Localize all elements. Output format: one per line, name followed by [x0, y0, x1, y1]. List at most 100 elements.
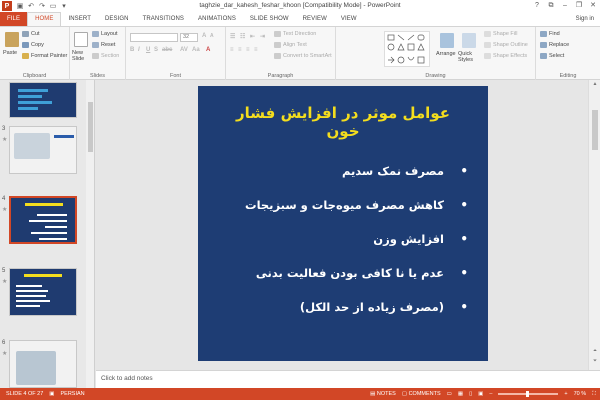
- bullet-item[interactable]: مصرف نمک سدیم: [214, 164, 472, 198]
- tab-home[interactable]: HOME: [27, 12, 62, 26]
- slideshow-view-icon[interactable]: ▣: [478, 391, 483, 397]
- strikethrough-icon[interactable]: abc: [162, 47, 172, 53]
- replace-button[interactable]: Replace: [540, 42, 569, 48]
- scrollbar-thumb[interactable]: [88, 102, 93, 152]
- fit-to-window-icon[interactable]: ⛶: [592, 391, 596, 398]
- format-painter-button[interactable]: Format Painter: [22, 53, 67, 59]
- quick-styles-icon[interactable]: [462, 33, 476, 48]
- ribbon-display-icon[interactable]: ⧉: [544, 0, 558, 12]
- tab-slide-show[interactable]: SLIDE SHOW: [243, 12, 296, 26]
- slide-thumbnail-6[interactable]: [9, 340, 77, 388]
- align-right-icon[interactable]: ≡: [246, 47, 250, 53]
- decrease-indent-icon[interactable]: ⇤: [250, 33, 255, 40]
- slide-title[interactable]: عوامل موثر در افزایش فشار خون: [218, 104, 468, 140]
- grow-font-icon[interactable]: A: [202, 33, 206, 39]
- numbering-icon[interactable]: ☷: [240, 33, 245, 40]
- slide-sorter-icon[interactable]: ▦: [458, 391, 463, 397]
- redo-icon[interactable]: ↷: [38, 2, 46, 10]
- arrange-button[interactable]: Arrange: [436, 51, 456, 57]
- current-slide[interactable]: عوامل موثر در افزایش فشار خون مصرف نمک س…: [198, 86, 488, 361]
- new-slide-button[interactable]: New Slide: [72, 50, 94, 62]
- scroll-up-icon[interactable]: ▲: [589, 81, 600, 87]
- tab-transitions[interactable]: TRANSITIONS: [136, 12, 191, 26]
- start-slideshow-icon[interactable]: ▭: [49, 2, 57, 10]
- restore-icon[interactable]: ❐: [572, 0, 586, 12]
- customize-qat-icon[interactable]: ▾: [60, 2, 68, 10]
- bullet-item[interactable]: (مصرف زیاده از حد الکل): [214, 300, 472, 334]
- align-left-icon[interactable]: ≡: [230, 47, 234, 53]
- reading-view-icon[interactable]: ▯: [469, 391, 472, 397]
- bullets-icon[interactable]: ☰: [230, 33, 235, 40]
- font-name-combo[interactable]: [130, 33, 178, 42]
- bullet-item[interactable]: افزایش وزن: [214, 232, 472, 266]
- tab-insert[interactable]: INSERT: [61, 12, 98, 26]
- tab-view[interactable]: VIEW: [334, 12, 364, 26]
- normal-view-icon[interactable]: ▭: [447, 391, 452, 397]
- help-icon[interactable]: ?: [530, 0, 544, 12]
- notes-pane[interactable]: Click to add notes: [96, 370, 600, 388]
- quick-styles-button[interactable]: Quick Styles: [458, 51, 480, 63]
- bold-icon[interactable]: B: [130, 47, 134, 53]
- font-size-combo[interactable]: 32: [180, 33, 198, 42]
- shadow-icon[interactable]: S: [154, 47, 158, 53]
- copy-button[interactable]: Copy: [22, 42, 44, 48]
- convert-smartart-button[interactable]: Convert to SmartArt: [274, 53, 332, 59]
- paste-button[interactable]: Paste: [3, 50, 17, 56]
- slide-thumbnail-4[interactable]: [9, 196, 77, 244]
- arrange-icon[interactable]: [440, 33, 454, 48]
- char-spacing-icon[interactable]: AV: [180, 47, 188, 53]
- thumbnails-scrollbar[interactable]: [86, 80, 94, 388]
- previous-slide-icon[interactable]: ⏶: [589, 348, 600, 354]
- next-slide-icon[interactable]: ⏷: [589, 358, 600, 364]
- new-slide-icon[interactable]: [74, 32, 88, 47]
- comments-toggle[interactable]: ▢ COMMENTS: [402, 391, 441, 397]
- text-direction-button[interactable]: Text Direction: [274, 31, 316, 37]
- shapes-gallery[interactable]: [384, 31, 430, 67]
- underline-icon[interactable]: U: [146, 47, 150, 53]
- minimize-icon[interactable]: –: [558, 0, 572, 12]
- zoom-slider-thumb[interactable]: [526, 391, 530, 397]
- find-button[interactable]: Find: [540, 31, 560, 37]
- justify-icon[interactable]: ≡: [254, 47, 258, 53]
- close-icon[interactable]: ✕: [586, 0, 600, 12]
- bullet-item[interactable]: عدم یا نا کافی بودن فعالیت بدنی: [214, 266, 472, 300]
- reset-button[interactable]: Reset: [92, 42, 115, 48]
- tab-design[interactable]: DESIGN: [98, 12, 136, 26]
- slide-thumbnail-3[interactable]: [9, 126, 77, 174]
- section-button[interactable]: Section: [92, 53, 119, 59]
- language-indicator[interactable]: PERSIAN: [61, 391, 85, 397]
- tab-review[interactable]: REVIEW: [296, 12, 334, 26]
- layout-button[interactable]: Layout: [92, 31, 118, 37]
- shape-fill-button[interactable]: Shape Fill: [484, 31, 517, 37]
- zoom-level[interactable]: 70 %: [574, 391, 587, 397]
- shape-effects-button[interactable]: Shape Effects: [484, 53, 527, 59]
- align-text-button[interactable]: Align Text: [274, 42, 307, 48]
- save-icon[interactable]: ▣: [16, 2, 24, 10]
- zoom-slider[interactable]: [498, 391, 559, 397]
- slide-thumbnail-5[interactable]: [9, 268, 77, 316]
- powerpoint-icon[interactable]: P: [2, 1, 12, 11]
- sign-in-link[interactable]: Sign in: [576, 12, 594, 26]
- zoom-out-icon[interactable]: –: [489, 391, 492, 397]
- cut-button[interactable]: Cut: [22, 31, 40, 37]
- zoom-in-icon[interactable]: +: [564, 391, 567, 397]
- increase-indent-icon[interactable]: ⇥: [260, 33, 265, 40]
- spelling-icon[interactable]: ▣: [49, 391, 54, 397]
- select-button[interactable]: Select: [540, 53, 564, 59]
- bullet-item[interactable]: کاهش مصرف میوه‌جات و سبزیجات: [214, 198, 472, 232]
- notes-toggle[interactable]: ▤ NOTES: [370, 391, 396, 397]
- editor-scrollbar[interactable]: ▲ ⏶ ⏷: [588, 80, 600, 370]
- change-case-icon[interactable]: Aa: [192, 47, 200, 53]
- shrink-font-icon[interactable]: A: [210, 33, 214, 39]
- slide-bullet-list[interactable]: مصرف نمک سدیم کاهش مصرف میوه‌جات و سبزیج…: [214, 164, 472, 334]
- shape-outline-button[interactable]: Shape Outline: [484, 42, 528, 48]
- align-center-icon[interactable]: ≡: [238, 47, 242, 53]
- tab-file[interactable]: FILE: [0, 12, 28, 26]
- italic-icon[interactable]: I: [138, 47, 140, 53]
- slide-thumbnail-2[interactable]: [9, 82, 77, 118]
- tab-animations[interactable]: ANIMATIONS: [191, 12, 243, 26]
- paste-icon[interactable]: [5, 32, 19, 47]
- scrollbar-thumb[interactable]: [592, 110, 598, 150]
- font-color-icon[interactable]: A: [206, 47, 210, 53]
- undo-icon[interactable]: ↶: [27, 2, 35, 10]
